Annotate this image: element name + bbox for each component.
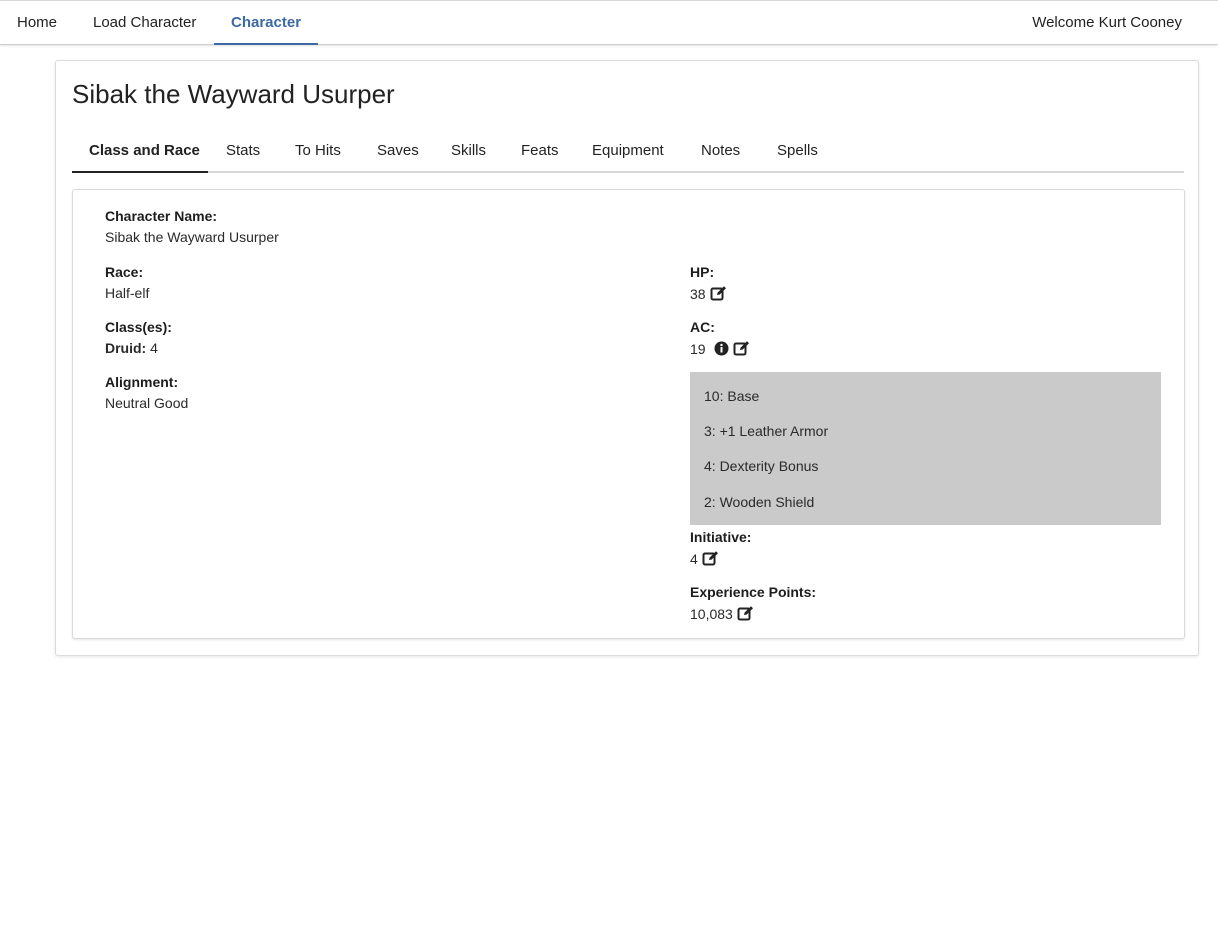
class-level: 4 <box>150 340 158 356</box>
edit-icon[interactable] <box>737 605 754 624</box>
character-name-label: Character Name: <box>105 208 218 224</box>
tab-notes[interactable]: Notes <box>701 131 740 171</box>
tab-stats[interactable]: Stats <box>226 131 260 171</box>
alignment-label: Alignment: <box>105 374 179 390</box>
ac-breakdown-item: 4: Dexterity Bonus <box>704 458 819 474</box>
tab-class-and-race[interactable]: Class and Race <box>89 131 200 171</box>
character-name-value: Sibak the Wayward Usurper <box>105 229 279 245</box>
class-entry: Druid: 4 <box>105 340 158 356</box>
initiative-value: 4 <box>690 551 698 567</box>
class-and-race-panel: Character Name: Sibak the Wayward Usurpe… <box>72 189 1185 639</box>
info-icon[interactable] <box>714 341 729 359</box>
tab-equipment[interactable]: Equipment <box>592 131 664 171</box>
tab-spells[interactable]: Spells <box>777 131 818 171</box>
page-title: Sibak the Wayward Usurper <box>72 79 395 109</box>
initiative-row: 4 <box>690 550 719 569</box>
tab-saves[interactable]: Saves <box>377 131 419 171</box>
hp-label: HP: <box>690 264 715 280</box>
class-name: Druid: <box>105 340 147 356</box>
experience-points-row: 10,083 <box>690 605 754 624</box>
ac-row: 19 <box>690 340 750 359</box>
tab-skills[interactable]: Skills <box>451 131 486 171</box>
alignment-value: Neutral Good <box>105 395 189 411</box>
ac-breakdown-item: 3: +1 Leather Armor <box>704 423 829 439</box>
character-card: Sibak the Wayward Usurper Class and Race… <box>55 60 1199 656</box>
initiative-label: Initiative: <box>690 529 752 545</box>
nav-active-indicator <box>214 43 318 45</box>
tab-to-hits[interactable]: To Hits <box>295 131 341 171</box>
classes-label: Class(es): <box>105 319 172 335</box>
ac-breakdown-item: 10: Base <box>704 388 760 404</box>
hp-row: 38 <box>690 285 727 304</box>
ac-breakdown-panel: 10: Base 3: +1 Leather Armor 4: Dexterit… <box>690 372 1161 525</box>
nav-load-character[interactable]: Load Character <box>93 2 196 44</box>
top-navbar: Home Load Character Character Welcome Ku… <box>0 0 1218 45</box>
race-label: Race: <box>105 264 144 280</box>
hp-value: 38 <box>690 286 706 302</box>
experience-points-label: Experience Points: <box>690 584 817 600</box>
experience-points-value: 10,083 <box>690 606 733 622</box>
edit-icon[interactable] <box>733 340 750 359</box>
race-value: Half-elf <box>105 285 150 301</box>
ac-breakdown-item: 2: Wooden Shield <box>704 494 815 510</box>
ac-label: AC: <box>690 319 715 335</box>
nav-character[interactable]: Character <box>231 2 301 44</box>
tab-active-indicator <box>72 171 208 173</box>
character-tabs: Class and Race Stats To Hits Saves Skill… <box>72 131 1184 173</box>
ac-value: 19 <box>690 341 706 357</box>
welcome-user[interactable]: Welcome Kurt Cooney <box>1032 2 1182 44</box>
edit-icon[interactable] <box>702 550 719 569</box>
edit-icon[interactable] <box>710 285 727 304</box>
tab-feats[interactable]: Feats <box>521 131 559 171</box>
nav-home[interactable]: Home <box>17 2 57 44</box>
